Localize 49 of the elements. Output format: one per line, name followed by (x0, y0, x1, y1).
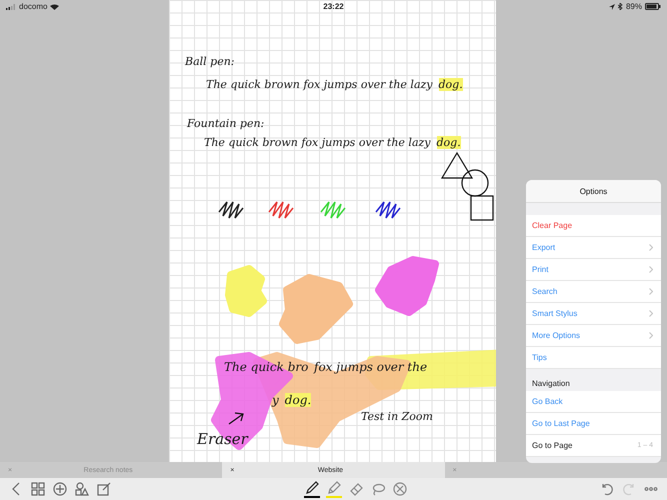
highlighter-icon (326, 480, 340, 494)
carrier-name: docomo (19, 2, 48, 11)
lasso-icon (370, 482, 384, 496)
handwritten-text: The quick bro (224, 360, 308, 374)
handwritten-text: The quick brown fox jumps over the lazy (206, 78, 433, 91)
arrow-drawing (228, 412, 244, 425)
chevron-icon (649, 310, 653, 317)
edit-icon[interactable] (97, 482, 111, 496)
handwritten-text: Fountain pen: (187, 117, 264, 130)
eraser-icon (348, 482, 362, 496)
add-icon[interactable] (53, 482, 67, 496)
section-header: Navigation (531, 378, 571, 390)
location-icon (608, 4, 615, 10)
menu-item[interactable]: Go Back (526, 391, 661, 413)
handwritten-text: The quick brown fox jumps over the lazy (204, 136, 431, 149)
bluetooth-icon (618, 3, 623, 10)
menu-item[interactable]: Export (526, 237, 661, 259)
menu-item[interactable]: Tips (526, 347, 661, 369)
handwritten-text: y (272, 393, 279, 407)
chevron-icon (649, 266, 653, 273)
highlighted-handwriting: dog. (284, 393, 312, 407)
undo-icon (600, 482, 614, 496)
menu-item[interactable]: Search (526, 281, 661, 303)
menu-item[interactable]: Smart Stylus (526, 303, 661, 325)
menu-item[interactable]: Go to Last Page (526, 413, 661, 435)
signal-icon (6, 4, 16, 10)
clock-time: 23:22 (323, 2, 344, 11)
chevron-icon (649, 332, 653, 339)
grid-icon[interactable] (31, 482, 45, 496)
menu-item[interactable]: More Options (526, 325, 661, 347)
menu-item[interactable]: Print (526, 259, 661, 281)
shapes-icon[interactable] (75, 482, 89, 496)
chevron-icon (649, 244, 653, 251)
handwritten-text: Test in Zoom (361, 410, 433, 423)
redo-icon (622, 482, 636, 496)
menu-item[interactable]: Clear Page (526, 215, 661, 237)
handwritten-text: Eraser (197, 430, 248, 448)
handwritten-text: Ball pen: (185, 55, 235, 68)
shapes-drawing (440, 152, 494, 221)
handwritten-text: fox jumps over the (314, 360, 428, 374)
stylus-off-icon (392, 482, 406, 496)
battery-icon (645, 3, 661, 10)
pen-icon (304, 480, 318, 494)
battery-percent: 89% (626, 2, 642, 11)
chevron-icon (649, 288, 653, 295)
popover-title: Options (526, 180, 661, 203)
back-icon[interactable] (12, 482, 20, 496)
tool-button[interactable] (304, 480, 320, 498)
wifi-icon (50, 4, 60, 10)
